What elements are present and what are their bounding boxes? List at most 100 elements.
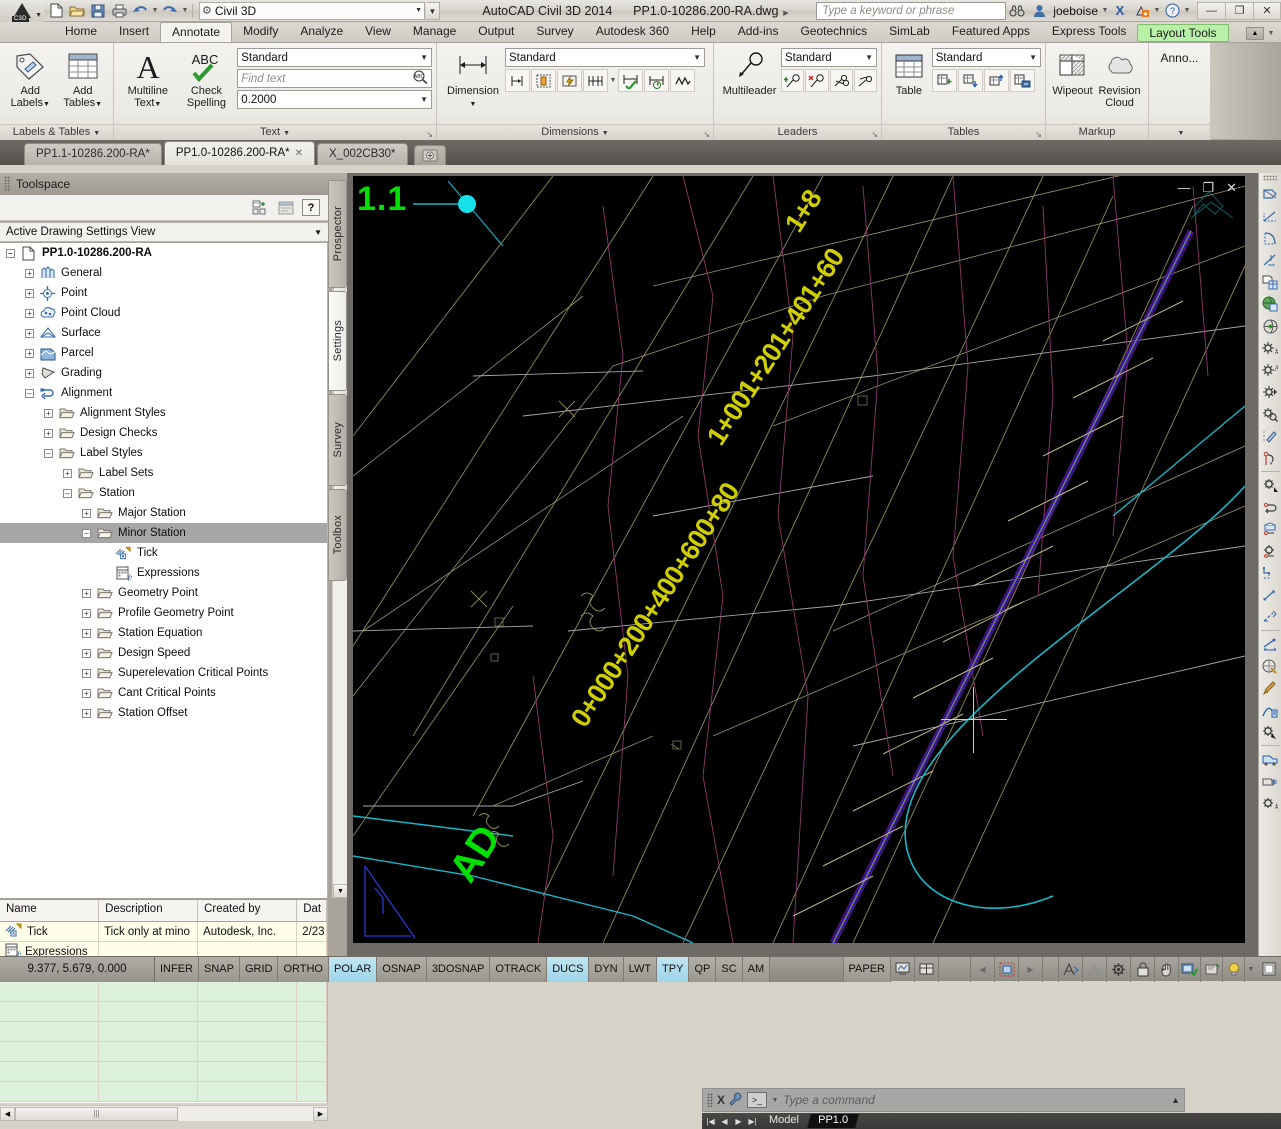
wheel-icon[interactable] <box>1260 677 1281 699</box>
dim-edit-icon[interactable] <box>531 69 556 92</box>
tree-node-minor-station[interactable]: – Minor Station <box>0 523 327 543</box>
collapse-icon[interactable]: – <box>25 388 34 398</box>
expand-icon[interactable]: + <box>25 348 34 358</box>
tree-node-alignment-styles[interactable]: + Alignment Styles <box>0 403 327 423</box>
ribbon-tab-addins[interactable]: Add-ins <box>727 22 790 42</box>
insert-row-icon[interactable] <box>931 69 957 92</box>
close-button[interactable]: ✕ <box>1253 1 1281 20</box>
table-button[interactable]: Table <box>886 47 932 97</box>
transition-icon[interactable] <box>1260 249 1281 271</box>
annotation-scale-icon[interactable] <box>1059 956 1083 982</box>
expand-icon[interactable]: + <box>82 668 91 678</box>
autodesk-360-icon[interactable] <box>1131 1 1153 21</box>
layout-tab-model[interactable]: Model <box>760 1114 808 1128</box>
leader-style-combo[interactable]: Standard ▼ <box>781 48 877 67</box>
grid-row[interactable]: Tick Tick only at mino Autodesk, Inc. 2/23 <box>0 922 327 942</box>
arrow-tool-icon[interactable] <box>1260 655 1281 677</box>
ribbon-tab-annotate[interactable]: Annotate <box>160 22 233 42</box>
tree-node-label-sets[interactable]: + Label Sets <box>0 463 327 483</box>
panel-title-dimensions[interactable]: Dimensions ▼ ↘ <box>437 124 713 140</box>
node-settings-icon[interactable] <box>1260 540 1281 562</box>
tree-node-surface[interactable]: + Surface <box>0 323 327 343</box>
ribbon-tab-help[interactable]: Help <box>680 22 727 42</box>
chevron-down-icon[interactable]: ▼ <box>314 228 322 237</box>
grid-horizontal-scrollbar[interactable]: ◀ ||| ▶ <box>0 1105 328 1121</box>
tree-node-pp1-0-10286-200-ra[interactable]: – PP1.0-10286.200-RA <box>0 243 327 263</box>
status-toggle-am[interactable]: AM <box>742 956 771 982</box>
add-leader-icon[interactable] <box>781 69 805 92</box>
hand-icon[interactable] <box>1155 956 1179 982</box>
application-menu-button[interactable]: C3D ▼ <box>0 0 44 22</box>
ribbon-tab-survey[interactable]: Survey <box>525 22 584 42</box>
tree-node-label-styles[interactable]: – Label Styles <box>0 443 327 463</box>
revision-cloud-button[interactable]: Revision Cloud <box>1095 47 1144 109</box>
search-input[interactable]: Type a keyword or phrase <box>816 1 1007 20</box>
drag-grip[interactable] <box>1263 175 1277 181</box>
curve-icon[interactable] <box>1260 227 1281 249</box>
panel-title-tables[interactable]: Tables ↘ <box>882 124 1045 140</box>
ribbon-tab-manage[interactable]: Manage <box>402 22 467 42</box>
nav-next-icon[interactable]: ▶ <box>732 1115 745 1128</box>
add-labels-button[interactable]: Add Labels▼ <box>4 47 57 111</box>
status-toggle-grid[interactable]: GRID <box>239 956 279 982</box>
save-icon[interactable] <box>88 1 108 21</box>
expand-icon[interactable]: + <box>25 288 34 298</box>
annotation-visibility-icon[interactable] <box>1083 956 1107 982</box>
section-view-icon[interactable] <box>1260 518 1281 540</box>
lock-icon[interactable] <box>1131 956 1155 982</box>
profile-view-icon[interactable] <box>1260 271 1281 293</box>
point-label-icon[interactable]: A <box>1260 359 1281 381</box>
layout-tab-pp1-0[interactable]: PP1.0 <box>807 1114 859 1128</box>
multileader-button[interactable]: Multileader <box>718 47 781 97</box>
status-toggle-osnap[interactable]: OSNAP <box>377 956 427 982</box>
status-toggle-dyn[interactable]: DYN <box>589 956 624 982</box>
expand-icon[interactable]: + <box>44 428 53 438</box>
status-toggle-infer[interactable]: INFER <box>155 956 199 982</box>
collapse-icon[interactable]: – <box>82 528 91 538</box>
slope-arrow-icon[interactable] <box>1260 584 1281 606</box>
paint-icon[interactable] <box>1260 699 1281 721</box>
view-selector-combo[interactable]: Active Drawing Settings View ▼ <box>0 222 328 242</box>
ribbon-collapse-icon[interactable]: ▲ <box>1246 27 1264 40</box>
document-tab-x002cb30[interactable]: X_002CB30* <box>317 143 408 165</box>
find-text-icon[interactable]: ABC <box>412 70 428 87</box>
a360-dropdown-icon[interactable]: ▼ <box>1153 7 1161 14</box>
viewport-icon[interactable] <box>995 956 1019 982</box>
expand-icon[interactable]: + <box>25 268 34 278</box>
point-zoom-icon[interactable] <box>1260 403 1281 425</box>
plot-icon[interactable] <box>109 1 129 21</box>
ribbon-tab-geotechnics[interactable]: Geotechnics <box>789 22 878 42</box>
tree-node-expressions[interactable]: fx Expressions <box>0 563 327 583</box>
chevron-down-icon[interactable]: ▼ <box>865 53 873 62</box>
ribbon-tab-view[interactable]: View <box>354 22 402 42</box>
grid-column-header[interactable]: Name <box>0 900 100 921</box>
help-dropdown-icon[interactable]: ▼ <box>1183 7 1191 14</box>
ribbon-tab-express-tools[interactable]: Express Tools <box>1041 22 1137 42</box>
point-edit-icon[interactable] <box>1260 381 1281 403</box>
settings-tree[interactable]: – PP1.0-10286.200-RA + General + Point + Point … <box>0 243 328 898</box>
grade-tool-icon[interactable] <box>1260 447 1281 469</box>
expand-icon[interactable]: + <box>82 608 91 618</box>
gear-cursor-icon[interactable] <box>1260 748 1281 770</box>
app-menu-icon[interactable] <box>1257 957 1281 982</box>
chevron-down-icon[interactable]: ▼ <box>420 53 428 62</box>
expand-icon[interactable]: + <box>82 648 91 658</box>
status-toggle-polar[interactable]: POLAR <box>329 956 378 982</box>
text-style-combo[interactable]: Standard ▼ <box>237 48 432 67</box>
user-dropdown-icon[interactable]: ▼ <box>1101 7 1109 14</box>
alignment-offset-icon[interactable] <box>1260 205 1281 227</box>
chevron-down-icon[interactable]: ▼ <box>1029 53 1037 62</box>
dim-jogged-icon[interactable] <box>670 69 695 92</box>
grid-row[interactable] <box>0 1082 327 1102</box>
expand-icon[interactable]: + <box>44 408 53 418</box>
check-spelling-button[interactable]: ABC Check Spelling <box>178 47 236 109</box>
section-rotate-icon[interactable] <box>1260 496 1281 518</box>
user-avatar-icon[interactable] <box>1028 1 1050 21</box>
tree-node-design-speed[interactable]: + Design Speed <box>0 643 327 663</box>
grid-row[interactable] <box>0 1022 327 1042</box>
collapse-icon[interactable]: – <box>44 448 53 458</box>
tree-node-general[interactable]: + General <box>0 263 327 283</box>
gear-icon[interactable] <box>1107 956 1131 982</box>
help-button[interactable]: ? <box>302 199 320 216</box>
expand-icon[interactable]: + <box>82 508 91 518</box>
